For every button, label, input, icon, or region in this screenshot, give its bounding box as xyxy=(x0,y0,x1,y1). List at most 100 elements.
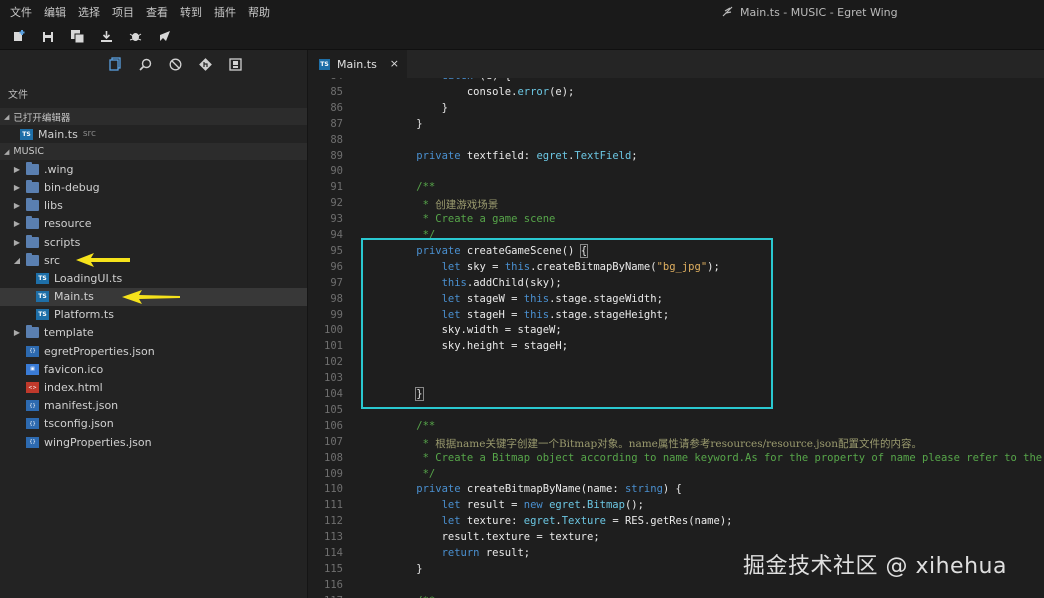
tree-item-bin-debug[interactable]: ▶ bin-debug xyxy=(0,178,307,196)
code-line: 102 xyxy=(324,356,343,369)
tab-main-ts[interactable]: TS Main.ts × xyxy=(309,50,407,78)
menu-help[interactable]: 帮助 xyxy=(242,4,276,20)
code-line: 90 xyxy=(330,165,343,178)
build-icon[interactable] xyxy=(97,28,115,46)
menu-plugins[interactable]: 插件 xyxy=(208,4,242,20)
code-line: 111 let result = new egret.Bitmap(); xyxy=(324,499,644,512)
chevron-right-icon: ▶ xyxy=(13,164,21,174)
tree-item-wingproperties[interactable]: {} wingProperties.json xyxy=(0,433,307,451)
tree-item-label: Platform.ts xyxy=(54,308,114,322)
tree-item-favicon[interactable]: ▣ favicon.ico xyxy=(0,360,307,378)
code-line: 99 let stageH = this.stage.stageHeight; xyxy=(330,308,670,321)
typescript-file-icon: TS xyxy=(36,291,49,303)
watermark: 掘金技术社区 @ xihehua xyxy=(743,554,1007,579)
explorer-sidebar: 文件 ◢ 已打开编辑器 TS Main.ts src ◢ MUSIC ▶ .wi… xyxy=(0,50,308,598)
tree-item-resource[interactable]: ▶ resource xyxy=(0,215,307,233)
new-file-icon[interactable] xyxy=(10,28,28,46)
code-line: 113 result.texture = texture; xyxy=(324,531,600,544)
code-line: 112 let texture: egret.Texture = RES.get… xyxy=(324,515,733,528)
tree-item-label: libs xyxy=(44,199,63,213)
code-line: 92 * 创建游戏场景 xyxy=(330,197,499,212)
close-icon[interactable]: × xyxy=(390,57,399,70)
tree-item-scripts[interactable]: ▶ scripts xyxy=(0,233,307,251)
menu-selection[interactable]: 选择 xyxy=(72,4,106,20)
tree-item-template[interactable]: ▶ template xyxy=(0,324,307,342)
no-entry-icon[interactable] xyxy=(167,55,185,73)
tree-item-loadingui[interactable]: TS LoadingUI.ts xyxy=(0,269,307,287)
folder-open-icon xyxy=(26,252,39,266)
folder-icon xyxy=(26,198,39,212)
code-line: 97 this.addChild(sky); xyxy=(330,276,562,289)
typescript-file-icon: TS xyxy=(20,128,33,140)
explorer-heading: 文件 xyxy=(8,89,28,101)
chevron-right-icon: ▶ xyxy=(13,237,21,247)
tree-item-main[interactable]: TS Main.ts xyxy=(0,287,307,306)
run-icon[interactable] xyxy=(155,28,173,46)
save-all-icon[interactable] xyxy=(68,28,86,46)
search-icon[interactable] xyxy=(137,55,155,73)
chevron-right-icon: ▶ xyxy=(13,182,21,192)
tree-item-label: index.html xyxy=(44,381,103,395)
tree-item-label: tsconfig.json xyxy=(44,417,114,431)
tree-item-label: src xyxy=(44,253,61,267)
tab-label: Main.ts xyxy=(337,57,377,71)
editor-tab-bar: TS Main.ts × xyxy=(309,50,1044,78)
json-file-icon: {} xyxy=(26,345,39,357)
code-line: 105 xyxy=(324,403,343,416)
tree-item-tsconfig[interactable]: {} tsconfig.json xyxy=(0,415,307,433)
code-line: 106 /** xyxy=(324,419,436,432)
image-file-icon: ▣ xyxy=(26,363,39,375)
tree-item-label: LoadingUI.ts xyxy=(54,271,123,285)
tree-item-label: manifest.json xyxy=(44,399,119,413)
code-line: 91 /** xyxy=(330,181,436,194)
code-line: 89 private textfield: egret.TextField; xyxy=(330,149,638,162)
tree-item-label: wingProperties.json xyxy=(44,435,152,449)
tree-item-index-html[interactable]: <> index.html xyxy=(0,378,307,396)
code-line: 116 xyxy=(324,578,343,591)
debug-icon[interactable] xyxy=(126,28,144,46)
menu-project[interactable]: 项目 xyxy=(106,4,140,20)
annotation-arrow-icon xyxy=(122,289,180,304)
project-header[interactable]: ◢ MUSIC xyxy=(0,143,307,161)
open-editor-item[interactable]: TS Main.ts src xyxy=(0,125,307,143)
annotation-arrow-icon xyxy=(76,253,130,268)
tree-item-label: egretProperties.json xyxy=(44,344,155,358)
chevron-right-icon: ▶ xyxy=(13,328,21,338)
code-line: 94 */ xyxy=(330,229,436,241)
open-editors-header[interactable]: ◢ 已打开编辑器 xyxy=(0,108,307,125)
tree-item-manifest[interactable]: {} manifest.json xyxy=(0,397,307,415)
tree-item-wing[interactable]: ▶ .wing xyxy=(0,160,307,178)
tree-item-label: resource xyxy=(44,217,92,231)
code-editor[interactable]: 84 catch (e) { 85 console.error(e); 86 }… xyxy=(309,78,1044,598)
window-title-text: Main.ts - MUSIC - Egret Wing xyxy=(740,5,898,19)
window-title: Main.ts - MUSIC - Egret Wing xyxy=(722,0,898,24)
folder-icon xyxy=(26,325,39,339)
menu-file[interactable]: 文件 xyxy=(4,4,38,20)
menu-bar: 文件 编辑 选择 项目 查看 转到 插件 帮助 Main.ts - MUSIC … xyxy=(0,0,1044,24)
code-line: 87 } xyxy=(330,117,423,130)
code-line: 104 } xyxy=(324,387,424,401)
sidebar-tabs xyxy=(0,50,307,78)
save-icon[interactable] xyxy=(39,28,57,46)
tree-item-egretproperties[interactable]: {} egretProperties.json xyxy=(0,342,307,360)
git-icon[interactable] xyxy=(197,55,215,73)
extensions-icon[interactable] xyxy=(227,55,245,73)
code-line: 110 private createBitmapByName(name: str… xyxy=(324,483,682,496)
typescript-file-icon: TS xyxy=(36,272,49,284)
menu-goto[interactable]: 转到 xyxy=(174,4,208,20)
menu-view[interactable]: 查看 xyxy=(140,4,174,20)
code-line: 85 console.error(e); xyxy=(330,85,575,98)
menu-edit[interactable]: 编辑 xyxy=(38,4,72,20)
project-title: MUSIC xyxy=(13,146,45,158)
folder-icon xyxy=(26,161,39,175)
open-editors-title: 已打开编辑器 xyxy=(13,112,71,124)
code-line: 96 let sky = this.createBitmapByName("bg… xyxy=(330,260,720,273)
folder-icon xyxy=(26,179,39,193)
files-icon[interactable] xyxy=(107,55,125,73)
chevron-down-icon: ◢ xyxy=(4,147,10,156)
json-file-icon: {} xyxy=(26,436,39,448)
tree-item-label: template xyxy=(44,326,94,340)
tree-item-libs[interactable]: ▶ libs xyxy=(0,197,307,215)
tree-item-src[interactable]: ◢ src xyxy=(0,251,307,269)
tree-item-platform[interactable]: TS Platform.ts xyxy=(0,306,307,324)
